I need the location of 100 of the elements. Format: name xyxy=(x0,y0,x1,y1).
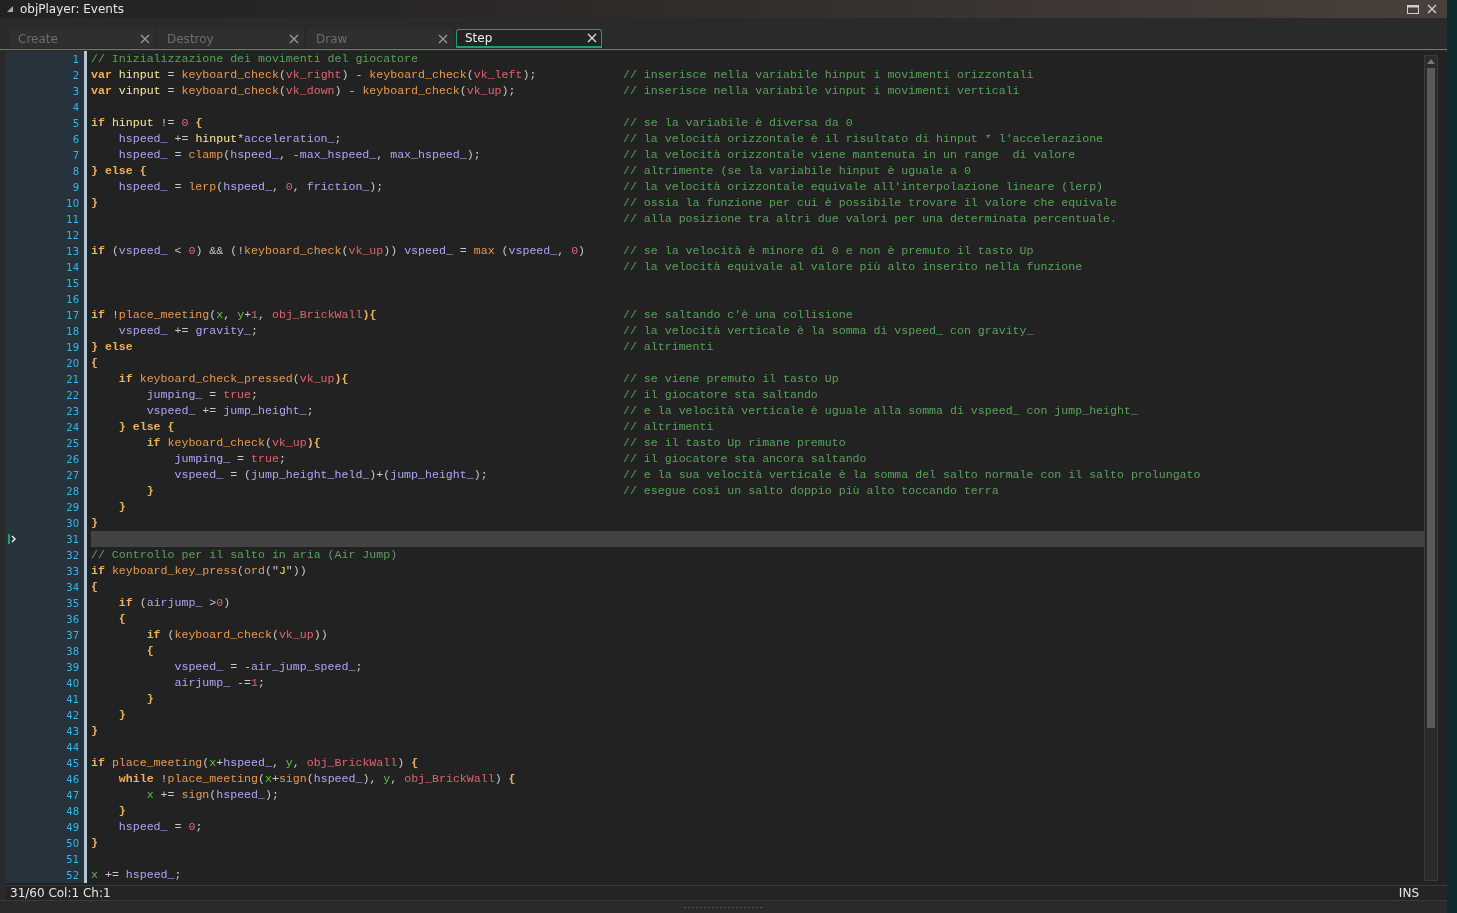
tab[interactable]: Draw xyxy=(307,29,453,48)
code-line: jumping_ = true; xyxy=(145,387,258,403)
collapse-icon[interactable] xyxy=(6,5,14,13)
code-line: if (keyboard_check(vk_up)) xyxy=(145,627,328,643)
tab[interactable]: Create xyxy=(9,29,155,48)
code-line: if place_meeting(x+hspeed_, y, obj_BrickWall) { xyxy=(91,755,419,771)
line-number: 52 xyxy=(66,869,80,881)
code-line: { xyxy=(91,355,98,371)
line-number: 14 xyxy=(66,261,80,273)
line-number: 13 xyxy=(66,245,80,257)
code-comment: // altrimenti xyxy=(623,419,714,435)
line-number: 35 xyxy=(66,597,80,609)
line-number: 6 xyxy=(72,133,80,145)
code-line: { xyxy=(145,643,154,659)
line-number: 45 xyxy=(66,757,80,769)
line-number: 29 xyxy=(66,501,80,513)
code-line: if (airjump_ >0) xyxy=(117,595,231,611)
code-line: if hinput != 0 { xyxy=(91,115,203,131)
line-number: 24 xyxy=(66,421,80,433)
code-comment: // se il tasto Up rimane premuto xyxy=(623,435,846,451)
code-comment: // la velocità orizzontale viene mantenuta in un range di valore xyxy=(623,147,1076,163)
code-line: } xyxy=(91,195,98,211)
tab[interactable]: Destroy xyxy=(158,29,304,48)
line-number: 25 xyxy=(66,437,80,449)
line-number: 30 xyxy=(66,517,80,529)
resize-grip-icon[interactable] xyxy=(683,905,764,909)
line-number: 36 xyxy=(66,613,80,625)
code-comment: // inserisce nella variabile vinput i movimenti verticali xyxy=(623,83,1020,99)
code-line: vspeed_ = (jump_height_held_)+(jump_height_); xyxy=(173,467,488,483)
code-line: hspeed_ = clamp(hspeed_, -max_hspeed_, max_hspeed_); xyxy=(117,147,481,163)
line-number: 27 xyxy=(66,469,80,481)
line-number: 8 xyxy=(72,165,80,177)
code-comment: // la velocità orizzontale è il risultato di hinput * l'accelerazione xyxy=(623,131,1104,147)
scroll-up-icon[interactable] xyxy=(1427,58,1435,64)
line-number: 17 xyxy=(66,309,80,321)
code-comment: // se la variabile è diversa da 0 xyxy=(623,115,853,131)
line-number: 15 xyxy=(66,277,80,289)
line-number: 21 xyxy=(66,373,80,385)
line-number: 4 xyxy=(72,101,80,113)
code-line: airjump_ -=1; xyxy=(173,675,265,691)
line-number: 40 xyxy=(66,677,80,689)
code-line: } else { xyxy=(91,163,147,179)
line-number: 50 xyxy=(66,837,80,849)
line-number: 44 xyxy=(66,741,80,753)
code-line: } xyxy=(91,515,98,531)
line-number: 22 xyxy=(66,389,80,401)
line-number: 20 xyxy=(66,357,80,369)
line-number: 11 xyxy=(66,213,80,225)
tab[interactable]: Step xyxy=(456,29,602,48)
maximize-icon[interactable] xyxy=(1407,4,1419,14)
cursor-position: 31/60 Col:1 Ch:1 xyxy=(10,886,111,900)
line-number: 33 xyxy=(66,565,80,577)
code-editor[interactable] xyxy=(6,51,1447,885)
code-comment: // e la velocità verticale è uguale alla somma di vspeed_ con jump_height_ xyxy=(623,403,1138,419)
line-number: 32 xyxy=(66,549,80,561)
code-line: { xyxy=(117,611,126,627)
line-number: 7 xyxy=(72,149,80,161)
line-number: 37 xyxy=(66,629,80,641)
code-line: if (vspeed_ < 0) && (!keyboard_check(vk_up)) vspeed_ = max (vspeed_, 0) xyxy=(91,243,586,259)
code-line: } xyxy=(145,483,154,499)
line-number: 3 xyxy=(72,85,80,97)
code-comment: // la velocità equivale al valore più alto inserito nella funzione xyxy=(623,259,1083,275)
scrollbar-thumb[interactable] xyxy=(1427,68,1435,728)
close-icon[interactable] xyxy=(1427,4,1437,14)
code-line: vspeed_ = -air_jump_speed_; xyxy=(173,659,363,675)
code-line: } else { xyxy=(117,419,175,435)
code-line: } xyxy=(117,803,126,819)
code-line: if keyboard_check(vk_up){ xyxy=(145,435,321,451)
line-number: 10 xyxy=(66,197,80,209)
code-comment: // il giocatore sta ancora saltando xyxy=(623,451,867,467)
code-line: } else xyxy=(91,339,133,355)
code-line: var hinput = keyboard_check(vk_right) - keyboard_check(vk_left); xyxy=(91,67,537,83)
code-comment: // la velocità orizzontale equivale all'interpolazione lineare (lerp) xyxy=(623,179,1104,195)
code-line: } xyxy=(91,723,98,739)
code-line: vspeed_ += gravity_; xyxy=(117,323,258,339)
line-number: 49 xyxy=(66,821,80,833)
line-number: 9 xyxy=(72,181,80,193)
code-comment: // se la velocità è minore di 0 e non è premuto il tasto Up xyxy=(623,243,1034,259)
line-number: 34 xyxy=(66,581,80,593)
line-number: 28 xyxy=(66,485,80,497)
code-line: x += hspeed_; xyxy=(91,867,182,883)
code-line: if keyboard_check_pressed(vk_up){ xyxy=(117,371,349,387)
code-line: hspeed_ = lerp(hspeed_, 0, friction_); xyxy=(117,179,384,195)
line-number: 39 xyxy=(66,661,80,673)
scrollbar[interactable] xyxy=(1424,55,1438,881)
code-line: hspeed_ += hinput*acceleration_; xyxy=(117,131,342,147)
line-number: 5 xyxy=(72,117,80,129)
code-comment: // il giocatore sta saltando xyxy=(623,387,818,403)
code-line: } xyxy=(117,707,126,723)
code-comment: // inserisce nella variabile hinput i movimenti orizzontali xyxy=(623,67,1034,83)
line-number: 16 xyxy=(66,293,80,305)
code-line: if !place_meeting(x, y+1, obj_BrickWall){ xyxy=(91,307,377,323)
code-comment: // alla posizione tra altri due valori per una determinata percentuale. xyxy=(623,211,1117,227)
code-comment: // altrimenti xyxy=(623,339,714,355)
line-number: 42 xyxy=(66,709,80,721)
line-number: 26 xyxy=(66,453,80,465)
line-number: 47 xyxy=(66,789,80,801)
line-number: 46 xyxy=(66,773,80,785)
caret-icon xyxy=(8,534,16,544)
insert-mode: INS xyxy=(1398,886,1419,900)
